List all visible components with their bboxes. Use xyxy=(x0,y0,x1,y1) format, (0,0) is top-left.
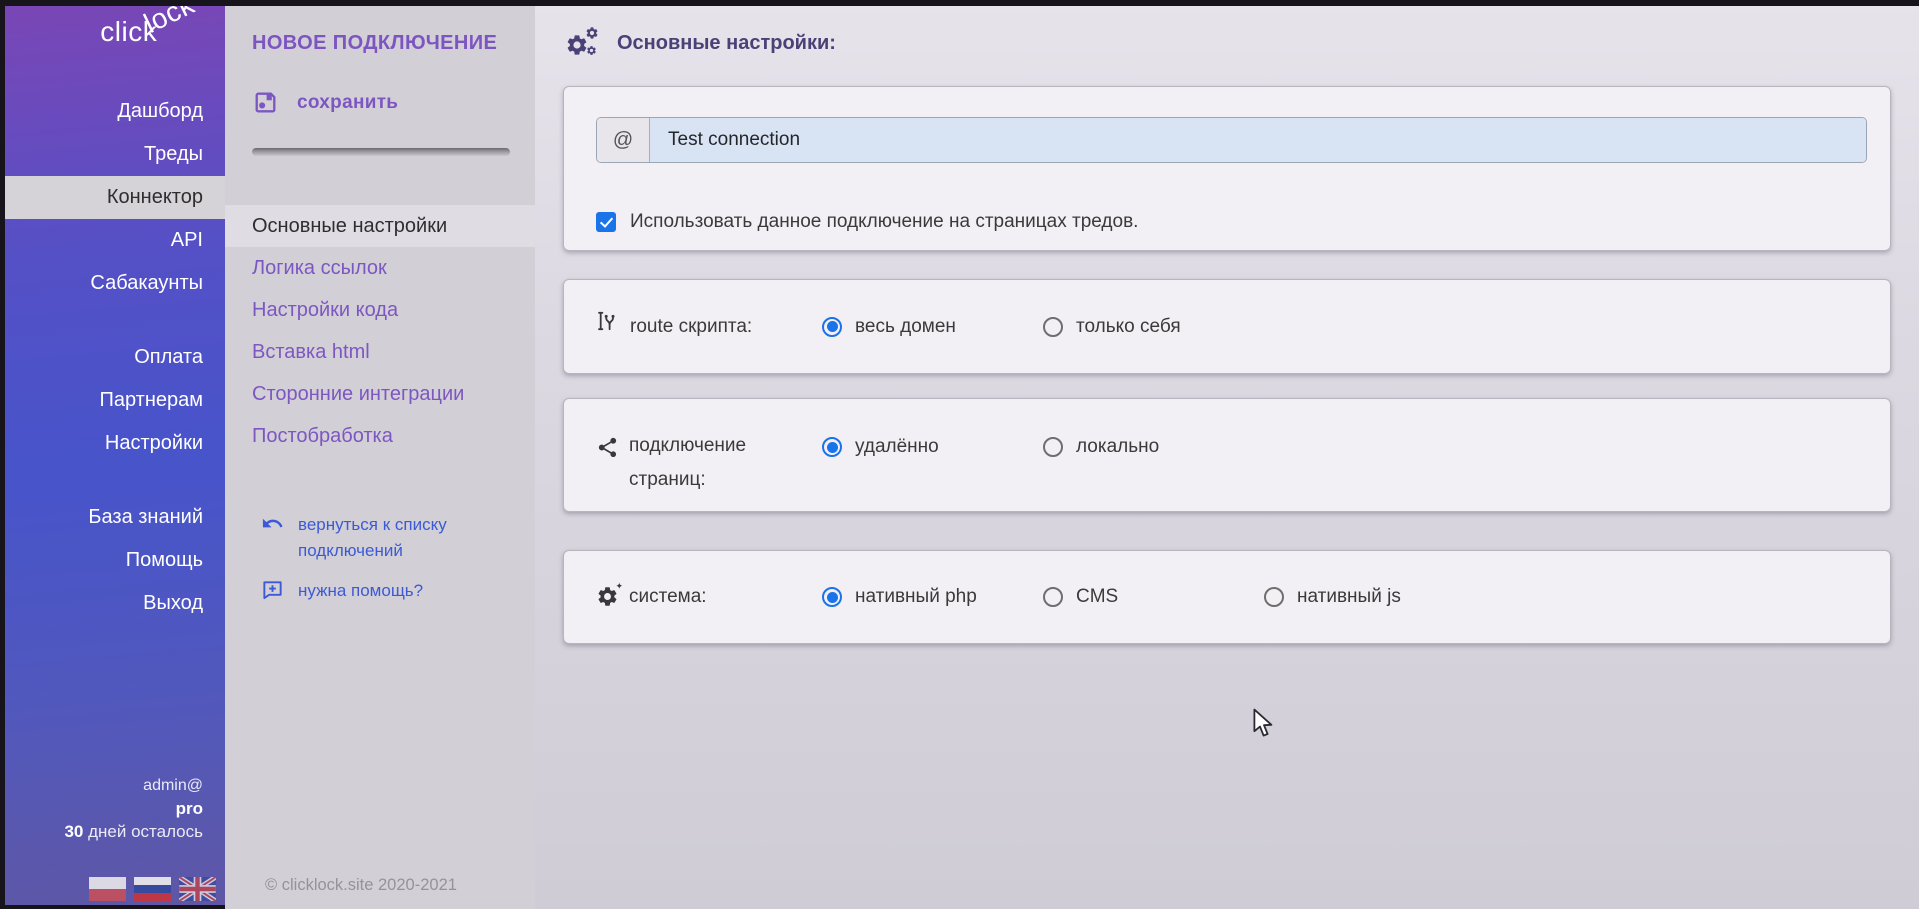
option-local[interactable]: локально xyxy=(1043,436,1264,458)
mouse-cursor xyxy=(1252,708,1278,738)
panel-menu-item-html-insert[interactable]: Вставка html xyxy=(225,331,535,373)
option-only-self[interactable]: только себя xyxy=(1043,316,1264,338)
undo-arrow-icon xyxy=(261,512,284,535)
option-native-php[interactable]: нативный php xyxy=(822,586,1043,608)
sidebar-item-help[interactable]: Помощь xyxy=(0,539,225,582)
connection-name-group: @ xyxy=(596,117,1867,163)
page-title: Основные настройки: xyxy=(565,26,836,60)
sidebar-item-partners[interactable]: Партнерам xyxy=(0,379,225,422)
sidebar-item-settings[interactable]: Настройки xyxy=(0,422,225,465)
settings-gears-icon xyxy=(565,26,601,60)
page-title-text: Основные настройки: xyxy=(617,32,836,55)
script-route-row: route скрипта: весь домен только себя xyxy=(564,280,1890,373)
frame-edge-top xyxy=(0,0,1919,6)
use-on-threads-option[interactable]: Использовать данное подключение на стран… xyxy=(596,211,1138,233)
route-icon xyxy=(596,309,620,333)
system-head: ✦ система: xyxy=(596,580,822,614)
sidebar-item-threads[interactable]: Треды xyxy=(0,133,225,176)
option-whole-domain[interactable]: весь домен xyxy=(822,316,1043,338)
russian-flag-icon[interactable] xyxy=(134,877,171,901)
panel-header-divider xyxy=(252,148,510,156)
account-days-left: 30 дней осталось xyxy=(64,820,203,843)
account-plan-badge: pro xyxy=(64,797,203,820)
option-cms[interactable]: CMS xyxy=(1043,586,1264,608)
account-info: admin@ pro 30 дней осталось xyxy=(64,774,203,843)
native-js-radio[interactable] xyxy=(1264,587,1284,607)
pages-connection-row: подключение страниц: удалённо локально xyxy=(564,399,1890,497)
need-help-label: нужна помощь? xyxy=(298,578,488,604)
app-window: clicklock Дашборд Треды Коннектор API Са… xyxy=(0,0,1919,909)
panel-menu-item-postprocessing[interactable]: Постобработка xyxy=(225,415,535,457)
save-button[interactable]: сохранить xyxy=(252,89,398,116)
share-icon xyxy=(596,436,619,459)
brand-logo[interactable]: clicklock xyxy=(100,16,209,48)
frame-edge-bottom xyxy=(0,905,225,909)
back-to-list-link[interactable]: вернуться к списку подключений xyxy=(261,512,488,564)
sidebar-item-connector[interactable]: Коннектор xyxy=(0,176,225,219)
sidebar-item-api[interactable]: API xyxy=(0,219,225,262)
at-prefix: @ xyxy=(597,118,650,162)
back-to-list-label: вернуться к списку подключений xyxy=(298,512,488,564)
panel-menu-item-integrations[interactable]: Сторонние интеграции xyxy=(225,373,535,415)
system-label: система: xyxy=(629,580,707,614)
sidebar-nav: Дашборд Треды Коннектор API Сабакаунты О… xyxy=(0,90,225,625)
sidebar-item-subaccounts[interactable]: Сабакаунты xyxy=(0,262,225,305)
sidebar-item-payment[interactable]: Оплата xyxy=(0,336,225,379)
remote-radio[interactable] xyxy=(822,437,842,457)
native-php-radio[interactable] xyxy=(822,587,842,607)
main-content: Основные настройки: @ Использовать данно… xyxy=(535,0,1919,909)
sidebar-group-gap xyxy=(0,465,225,496)
pages-connection-head: подключение страниц: xyxy=(596,429,822,497)
panel-menu: Основные настройки Логика ссылок Настрой… xyxy=(225,205,535,457)
connection-name-card: @ Использовать данное подключение на стр… xyxy=(563,86,1891,251)
sidebar-item-dashboard[interactable]: Дашборд xyxy=(0,90,225,133)
connection-name-input[interactable] xyxy=(650,118,1866,162)
language-switcher xyxy=(89,877,216,901)
copyright-footer: © clicklock.site 2020-2021 xyxy=(265,876,457,895)
floppy-save-icon xyxy=(252,89,279,116)
sidebar-item-knowledge-base[interactable]: База знаний xyxy=(0,496,225,539)
system-row: ✦ система: нативный php CMS нативный js xyxy=(564,551,1890,643)
system-card: ✦ система: нативный php CMS нативный js xyxy=(563,550,1891,644)
polish-flag-icon[interactable] xyxy=(89,877,126,901)
panel-menu-item-link-logic[interactable]: Логика ссылок xyxy=(225,247,535,289)
panel-title: НОВОЕ ПОДКЛЮЧЕНИЕ xyxy=(252,32,497,55)
pages-connection-card: подключение страниц: удалённо локально xyxy=(563,398,1891,512)
option-native-js[interactable]: нативный js xyxy=(1264,586,1485,608)
english-flag-icon[interactable] xyxy=(179,877,216,901)
script-route-label: route скрипта: xyxy=(630,310,752,344)
sidebar-item-logout[interactable]: Выход xyxy=(0,582,225,625)
script-route-card: route скрипта: весь домен только себя xyxy=(563,279,1891,374)
account-email: admin@ xyxy=(64,774,203,797)
sidebar-group-gap xyxy=(0,305,225,336)
need-help-link[interactable]: нужна помощь? xyxy=(261,578,488,604)
use-on-threads-checkbox[interactable] xyxy=(596,212,616,232)
comment-plus-icon xyxy=(261,578,284,601)
use-on-threads-label: Использовать данное подключение на стран… xyxy=(630,211,1138,233)
panel-menu-item-code-settings[interactable]: Настройки кода xyxy=(225,289,535,331)
gear-icon: ✦ xyxy=(596,586,619,608)
script-route-head: route скрипта: xyxy=(596,310,822,344)
pages-connection-label: подключение страниц: xyxy=(629,429,779,497)
frame-edge-left xyxy=(0,0,5,909)
whole-domain-radio[interactable] xyxy=(822,317,842,337)
connection-panel: НОВОЕ ПОДКЛЮЧЕНИЕ сохранить Основные нас… xyxy=(225,0,535,909)
save-button-label: сохранить xyxy=(297,92,398,114)
option-remote[interactable]: удалённо xyxy=(822,436,1043,458)
panel-menu-item-general-settings[interactable]: Основные настройки xyxy=(225,205,535,247)
local-radio[interactable] xyxy=(1043,437,1063,457)
cms-radio[interactable] xyxy=(1043,587,1063,607)
sidebar: clicklock Дашборд Треды Коннектор API Са… xyxy=(0,0,225,909)
only-self-radio[interactable] xyxy=(1043,317,1063,337)
